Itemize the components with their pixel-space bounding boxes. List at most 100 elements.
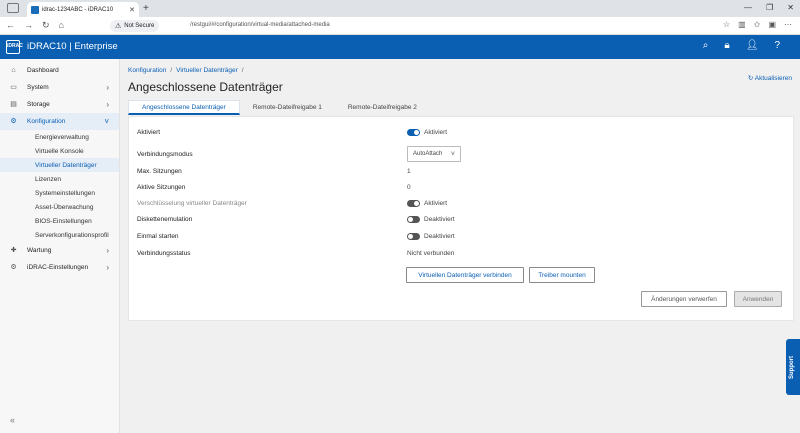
split-screen-icon[interactable]: ▥ [738,20,746,29]
field-label: Diskettenemulation [137,215,193,223]
sidebar-item-wartung[interactable]: ✚ Wartung › [0,242,119,259]
new-tab-button[interactable]: + [143,3,149,14]
sidebar-item-label: System [27,84,49,91]
close-tab-icon[interactable]: ✕ [129,6,135,14]
refresh-button[interactable]: ↻ Aktualisieren [748,74,792,82]
support-label: Support [789,356,795,379]
sidebar-item-label: iDRAC-Einstellungen [27,264,89,271]
select-value: AutoAttach [413,151,443,157]
favorites-list-icon[interactable]: ✩ [754,20,761,29]
favicon-icon [31,5,39,14]
sidebar-item-label: Konfiguration [27,118,66,125]
sidebar-item-label: Storage [27,101,50,108]
sidebar-subitem-asset-ueberwachung[interactable]: Asset-Überwachung [0,200,119,214]
refresh-label: Aktualisieren [754,75,792,82]
verbindungsstatus-value: Nicht verbunden [407,249,455,257]
tab-bar: Angeschlossene Datenträger Remote-Dateif… [128,100,430,115]
field-label: Einmal starten [137,232,179,240]
restore-icon[interactable]: ❐ [766,3,773,12]
back-icon[interactable]: ← [6,20,15,31]
close-window-icon[interactable]: ✕ [787,3,794,12]
refresh-icon: ↻ [747,75,754,82]
apply-button: Anwenden [734,291,782,307]
sidebar-item-konfiguration[interactable]: ⚙ Konfiguration ˅ [0,113,119,130]
not-secure-badge[interactable]: ⚠ Not Secure [110,20,160,32]
help-icon[interactable]: ? [774,40,780,51]
breadcrumb-separator: / [241,67,244,74]
row-diskettenemulation: Diskettenemulation Deaktiviert [137,213,777,225]
support-button[interactable]: Support [786,339,800,395]
sidebar-item-dashboard[interactable]: ⌂ Dashboard [0,62,119,79]
collections-icon[interactable]: ▣ [768,20,776,29]
sidebar-item-label: Dashboard [27,67,59,74]
sidebar-subitem-bios-einstellungen[interactable]: BIOS-Einstellungen [0,214,119,228]
chevron-down-icon: ˅ [450,150,455,158]
chevron-right-icon: › [106,246,109,255]
breadcrumb-separator: / [170,67,173,74]
field-label: Verschlüsselung virtueller Datenträger [137,199,247,207]
minimize-icon[interactable]: — [744,3,752,12]
storage-icon: ▤ [10,101,17,108]
favorite-icon[interactable]: ☆ [723,20,730,29]
browser-tab-title: idrac-1234ABC - iDRAC10 [42,6,114,13]
field-label: Aktiviert [137,128,161,136]
field-label: Max. Sitzungen [137,167,182,175]
user-icon[interactable]: 👤︎ [746,40,759,51]
sidebar-item-idrac-einstellungen[interactable]: ⚙ iDRAC-Einstellungen › [0,259,119,276]
discard-changes-button[interactable]: Änderungen verwerfen [641,291,727,307]
breadcrumb-virtueller-datentraeger[interactable]: Virtueller Datenträger [176,67,238,74]
lock-icon[interactable]: 🔒︎ [724,40,729,51]
home-icon[interactable]: ⌂ [59,20,64,31]
configuration-icon: ⚙ [10,118,17,125]
verschluesselung-toggle [407,199,420,207]
row-aktive-sitzungen: Aktive Sitzungen 0 [137,181,777,193]
verbindungsmodus-select[interactable]: AutoAttach ˅ [407,146,461,162]
row-max-sitzungen: Max. Sitzungen 1 [137,165,777,177]
url-field[interactable]: /restgui/#/configuration/virtual-media/a… [190,22,330,28]
collapse-sidebar-icon[interactable]: « [10,415,15,425]
connect-virtual-media-button[interactable]: Virtuellen Datenträger verbinden [406,267,524,283]
chevron-right-icon: › [106,83,109,92]
field-label: Aktive Sitzungen [137,183,186,191]
sidebar-subitem-energieverwaltung[interactable]: Energieverwaltung [0,130,119,144]
sidebar-subitem-virtueller-datentraeger[interactable]: Virtueller Datenträger [0,158,119,172]
diskettenemulation-toggle[interactable] [407,215,420,223]
app-header: iDRAC iDRAC10 | Enterprise ⌕ 🔒︎ 👤︎ ? [0,35,800,59]
sidebar-item-storage[interactable]: ▤ Storage › [0,96,119,113]
row-verschluesselung: Verschlüsselung virtueller Datenträger A… [137,197,777,209]
tab-actions-icon[interactable] [7,3,19,13]
sidebar: ⌂ Dashboard ▭ System › ▤ Storage › ⚙ Kon… [0,59,120,433]
forward-icon[interactable]: → [24,20,33,31]
row-aktiviert: Aktiviert Aktiviert [137,126,777,138]
row-einmal-starten: Einmal starten Deaktiviert [137,230,777,242]
aktive-sitzungen-value: 0 [407,183,411,191]
page-title: Angeschlossene Datenträger [128,80,283,94]
browser-tabstrip: idrac-1234ABC - iDRAC10 ✕ + — ❐ ✕ [0,0,800,17]
max-sitzungen-value: 1 [407,167,411,175]
aktiviert-toggle[interactable] [407,128,420,136]
tab-angeschlossene-datentraeger[interactable]: Angeschlossene Datenträger [128,100,240,115]
sidebar-subitem-lizenzen[interactable]: Lizenzen [0,172,119,186]
row-verbindungsstatus: Verbindungsstatus Nicht verbunden [137,247,777,259]
sidebar-subitem-systemeinstellungen[interactable]: Systemeinstellungen [0,186,119,200]
mount-driver-button[interactable]: Treiber mounten [529,267,595,283]
chevron-right-icon: › [106,263,109,272]
tab-remote-dateifreigabe-1[interactable]: Remote-Dateifreigabe 1 [240,100,335,115]
search-icon[interactable]: ⌕ [703,40,709,51]
sidebar-subitem-virtuelle-konsole[interactable]: Virtuelle Konsole [0,144,119,158]
breadcrumb: Konfiguration / Virtueller Datenträger / [128,67,244,74]
chevron-down-icon: ˅ [104,117,109,126]
idrac-settings-icon: ⚙ [10,264,17,271]
browser-menu-icon[interactable]: ⋯ [784,20,792,29]
einmal-starten-toggle[interactable] [407,232,420,240]
breadcrumb-konfiguration[interactable]: Konfiguration [128,67,166,74]
system-icon: ▭ [10,84,17,91]
browser-tab[interactable]: idrac-1234ABC - iDRAC10 ✕ [27,2,139,17]
tab-remote-dateifreigabe-2[interactable]: Remote-Dateifreigabe 2 [335,100,430,115]
dashboard-icon: ⌂ [11,67,16,74]
toggle-state-label: Aktiviert [424,128,448,136]
sidebar-subitem-serverkonfigurationsprofil[interactable]: Serverkonfigurationsprofil [0,228,119,242]
sidebar-item-system[interactable]: ▭ System › [0,79,119,96]
warning-icon: ⚠ [115,23,122,30]
reload-icon[interactable]: ↻ [42,20,50,31]
